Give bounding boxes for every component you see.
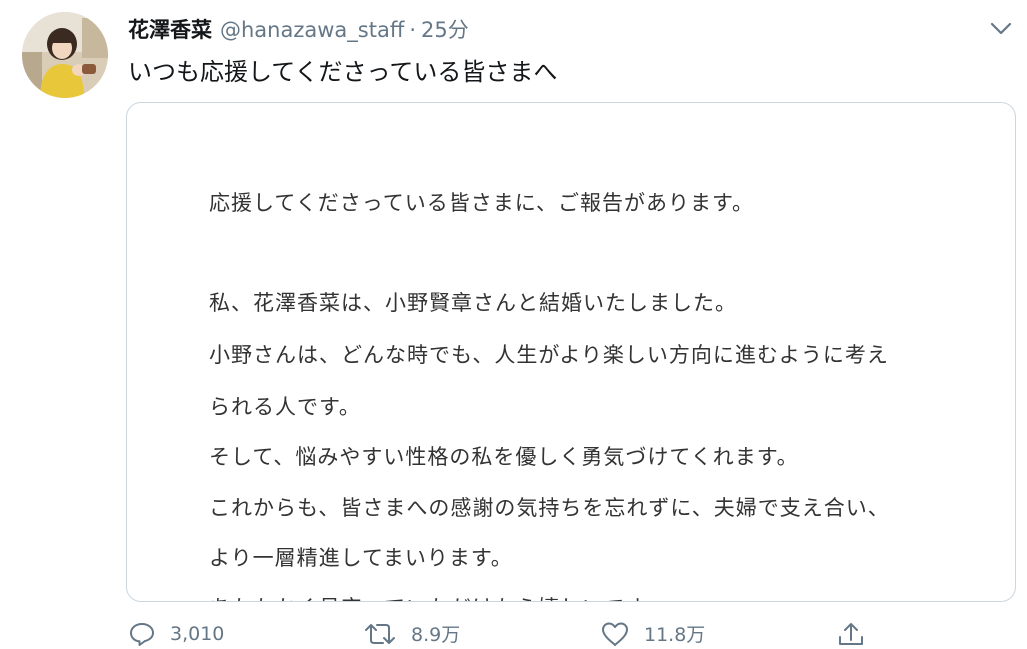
tweet: 花澤香菜 @hanazawa_staff · 25分 いつも応援してくださってい… (0, 0, 1027, 649)
chevron-down-icon[interactable] (988, 18, 1014, 40)
like-count: 11.8万 (644, 624, 706, 646)
reply-count: 3,010 (170, 622, 225, 645)
reply-button[interactable]: 3,010 (128, 618, 224, 649)
share-button[interactable] (836, 618, 866, 649)
retweet-icon (365, 623, 395, 644)
retweet-count: 8.9万 (411, 624, 461, 646)
image-line: より一層精進してまいります。 (209, 546, 513, 570)
avatar[interactable] (22, 12, 108, 98)
reply-icon (130, 622, 154, 646)
image-line: これからも、皆さまへの感謝の気持ちを忘れずに、夫婦で支え合い、 (209, 496, 890, 520)
avatar-image (22, 12, 108, 98)
retweet-button[interactable]: 8.9万 (363, 618, 460, 649)
tweet-header: 花澤香菜 @hanazawa_staff · 25分 (128, 14, 469, 44)
timestamp[interactable]: 25分 (421, 14, 469, 44)
tweet-text: いつも応援してくださっている皆さまへ (128, 58, 558, 86)
image-line: られる人です。 (209, 395, 361, 419)
heart-icon (602, 622, 628, 646)
image-line: 私、花澤香菜は、小野賢章さんと結婚いたしました。 (209, 291, 737, 315)
user-handle[interactable]: @hanazawa_staff (220, 18, 404, 42)
tweet-image[interactable]: 応援してくださっている皆さまに、ご報告があります。 私、花澤香菜は、小野賢章さん… (126, 102, 1016, 602)
display-name[interactable]: 花澤香菜 (128, 14, 212, 44)
share-icon (839, 622, 863, 645)
tweet-actions: 3,010 8.9万 11.8万 (0, 618, 1027, 649)
image-line: あたたかく見守っていただけたら嬉しいです。 (209, 592, 667, 601)
separator-dot: · (409, 18, 416, 42)
image-line: 応援してくださっている皆さまに、ご報告があります。 (209, 191, 754, 215)
like-button[interactable]: 11.8万 (600, 618, 705, 649)
image-line: そして、悩みやすい性格の私を優しく勇気づけてくれます。 (209, 445, 799, 469)
image-line: 小野さんは、どんな時でも、人生がより楽しい方向に進むように考え (209, 343, 889, 367)
